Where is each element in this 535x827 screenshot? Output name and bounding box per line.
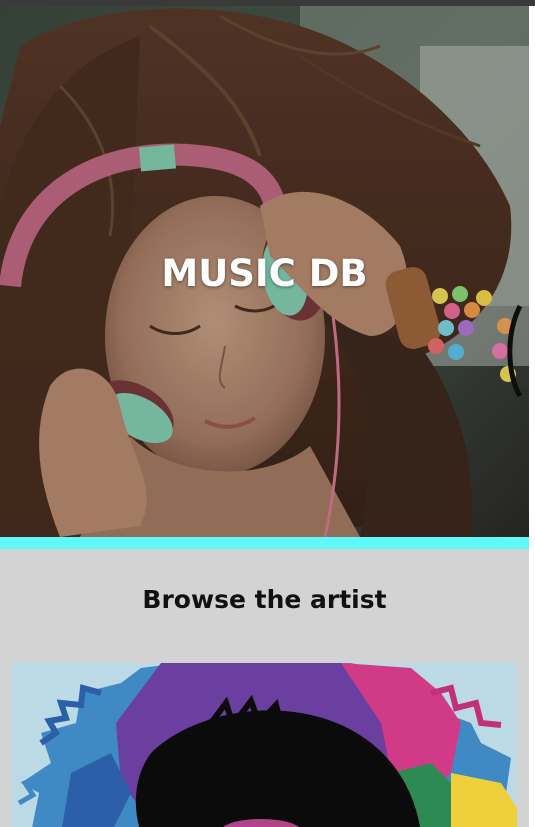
site-title: MUSIC DB [161,252,368,295]
artist-artwork [11,663,517,827]
browse-heading: Browse the artist [142,585,387,614]
accent-stripe [0,537,529,549]
page: MUSIC DB Browse the artist [0,0,535,827]
browse-section: Browse the artist [0,549,529,827]
hero-banner: MUSIC DB [0,6,529,537]
artist-card[interactable] [11,663,517,827]
